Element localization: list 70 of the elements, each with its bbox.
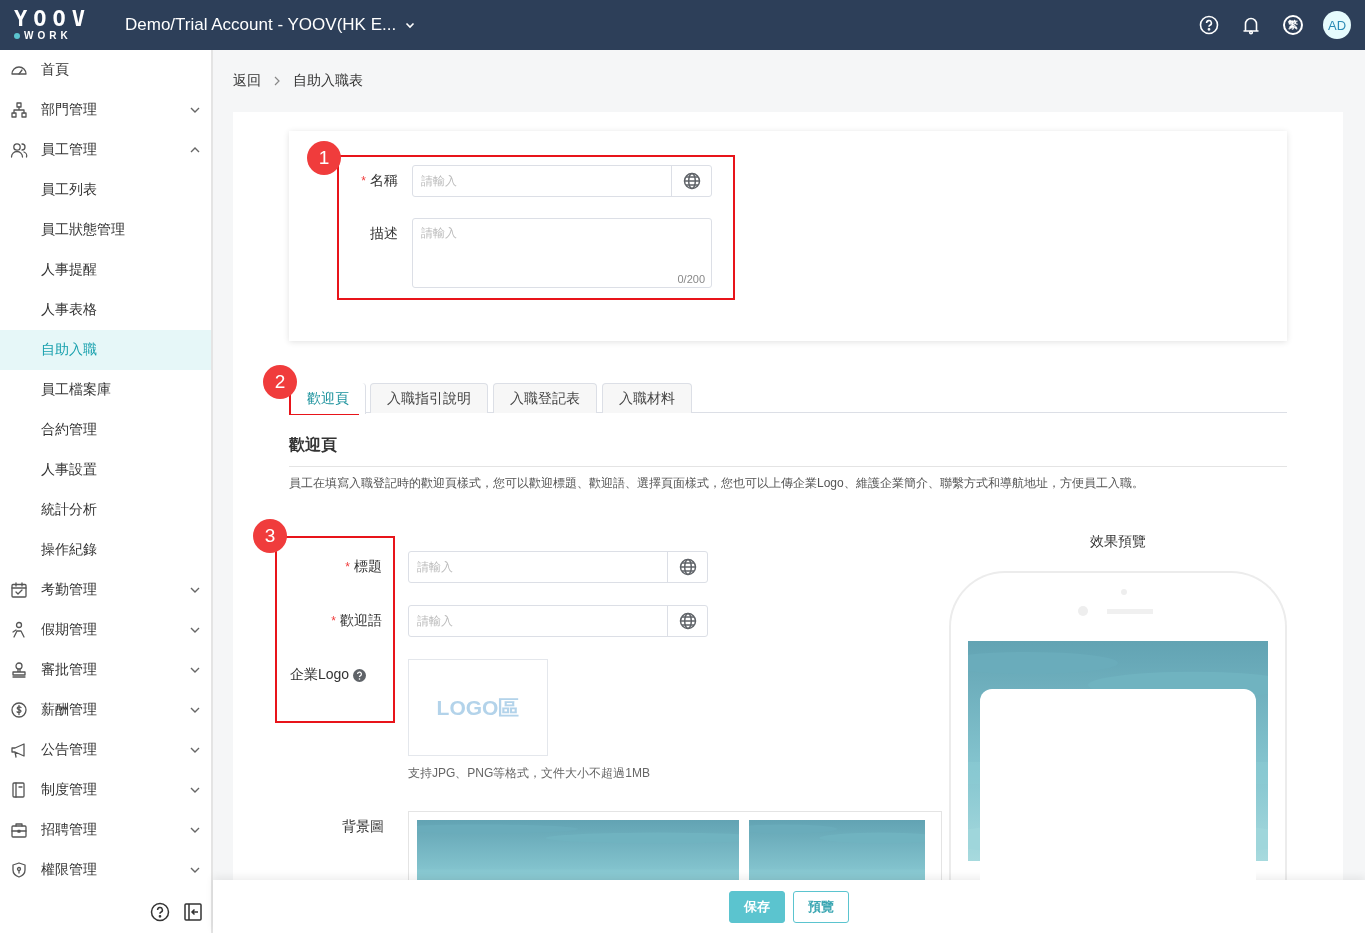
sidebar-item[interactable]: 部門管理	[0, 90, 211, 130]
help-icon[interactable]	[353, 668, 367, 682]
help-icon[interactable]	[150, 901, 170, 922]
text-input[interactable]: 請輸入	[409, 606, 667, 636]
org-chart-icon	[10, 101, 28, 119]
annotation-badge: 3	[253, 519, 287, 553]
people-icon	[10, 141, 28, 159]
field-label: * 名稱	[360, 171, 399, 190]
megaphone-icon	[10, 741, 28, 759]
sidebar-item[interactable]: 薪酬管理	[0, 690, 211, 730]
bell-icon[interactable]	[1241, 15, 1261, 35]
field-label: 描述	[369, 224, 399, 243]
text-input[interactable]: 請輸入	[409, 552, 667, 582]
stamp-icon	[10, 661, 28, 679]
sidebar-item[interactable]: 員工管理	[0, 130, 211, 170]
annotation-badge: 1	[307, 141, 341, 175]
sidebar-item[interactable]: 員工列表	[0, 170, 211, 210]
calendar-icon	[10, 581, 28, 599]
section-description: 員工在填寫入職登記時的歡迎頁樣式，您可以歡迎標題、歡迎語、選擇頁面樣式，您也可以上傳企業Logo、維護企業簡介、聯繫方式和導航地址，方便員工入職。	[289, 475, 1145, 492]
text-field[interactable]: 請輸入	[408, 605, 708, 637]
chevron-right-icon	[273, 76, 281, 86]
breadcrumb-current: 自助入職表	[293, 72, 363, 90]
logo-text: YOOV	[14, 8, 91, 30]
sidebar-item[interactable]: 考勤管理	[0, 570, 211, 610]
section-title: 歡迎頁	[289, 435, 1287, 467]
account-switcher[interactable]: Demo/Trial Account - YOOV(HK E...	[125, 15, 417, 35]
sidebar-item[interactable]: 制度管理	[0, 770, 211, 810]
sidebar-item[interactable]: 公告管理	[0, 730, 211, 770]
logo-dot	[14, 33, 20, 39]
dollar-icon	[10, 701, 28, 719]
text-field[interactable]: 請輸入	[408, 551, 708, 583]
tab[interactable]: 入職材料	[602, 383, 692, 413]
briefcase-icon	[10, 821, 28, 839]
upload-hint: 支持JPG、PNG等格式，文件大小不超過1MB	[408, 765, 651, 782]
tab[interactable]: 入職登記表	[493, 383, 597, 413]
tab[interactable]: 入職指引說明	[370, 383, 488, 413]
sidebar-item[interactable]: 權限管理	[0, 850, 211, 890]
sidebar-item[interactable]: 員工檔案庫	[0, 370, 211, 410]
required-mark: *	[331, 614, 336, 628]
text-field[interactable]: 請輸入	[412, 165, 712, 197]
sidebar-item[interactable]: 假期管理	[0, 610, 211, 650]
required-mark: *	[345, 560, 350, 574]
sidebar-item[interactable]: 合約管理	[0, 410, 211, 450]
collapse-icon[interactable]	[184, 902, 202, 921]
sidebar-item[interactable]: 人事設置	[0, 450, 211, 490]
text-area[interactable]: 請輸入 0/200	[412, 218, 712, 288]
shield-icon	[10, 861, 28, 879]
sidebar-item[interactable]: 統計分析	[0, 490, 211, 530]
language-toggle[interactable]: 繁	[1283, 15, 1303, 35]
sidebar-item[interactable]: 招聘管理	[0, 810, 211, 850]
sidebar-item[interactable]: 操作紀錄	[0, 530, 211, 570]
tab[interactable]: 歡迎頁	[291, 383, 366, 414]
sidebar-item[interactable]: 員工狀態管理	[0, 210, 211, 250]
sidebar-item[interactable]: 審批管理	[0, 650, 211, 690]
sidebar-item[interactable]: 人事表格	[0, 290, 211, 330]
user-avatar[interactable]: AD	[1323, 11, 1351, 39]
character-counter: 0/200	[677, 273, 705, 285]
field-label: 企業Logo	[290, 666, 350, 684]
required-mark: *	[361, 174, 366, 188]
sidebar-item[interactable]: 人事提醒	[0, 250, 211, 290]
back-link[interactable]: 返回	[233, 72, 261, 90]
text-input[interactable]: 請輸入	[413, 166, 671, 196]
preview-title: 效果預覽	[1090, 533, 1146, 551]
logo-subtext: WORK	[24, 30, 72, 42]
sidebar-item[interactable]: 首頁	[0, 50, 211, 90]
field-label: * 標題	[344, 557, 383, 576]
field-label: 背景圖	[341, 817, 385, 836]
book-icon	[10, 781, 28, 799]
field-label: * 歡迎語	[330, 611, 383, 630]
annotation-badge: 2	[263, 365, 297, 399]
